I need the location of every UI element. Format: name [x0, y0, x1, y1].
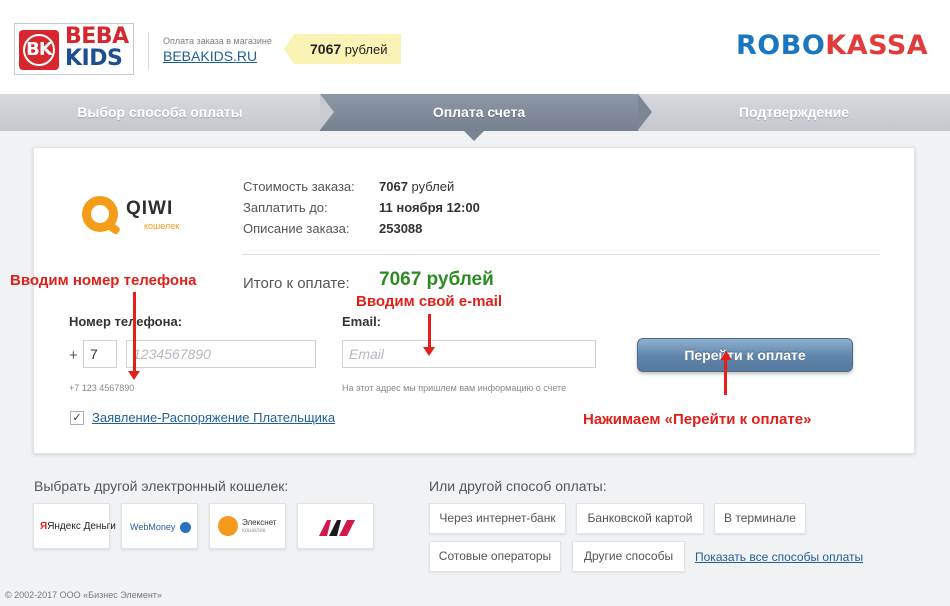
agreement-link[interactable]: Заявление-Распоряжение Плательщика: [92, 410, 335, 425]
mts-money-icon: [319, 520, 355, 536]
qiwi-logo-sub: кошелек: [144, 221, 180, 231]
wallet-yandex-money[interactable]: ЯЯндекс Деньги: [33, 503, 116, 549]
step-confirmation: Подтверждение: [738, 104, 850, 120]
qiwi-logo: QIWI кошелек: [82, 196, 202, 240]
other-wallets-title: Выбрать другой электронный кошелек:: [34, 478, 289, 494]
annotation-email: Вводим свой e-mail: [356, 293, 503, 310]
wallet-webmoney[interactable]: WebMoney: [121, 503, 198, 549]
phone-label: Номер телефона:: [69, 314, 183, 329]
shop-logo-top: BEBA: [65, 24, 129, 49]
method-mobile-operators-button[interactable]: Сотовые операторы: [429, 541, 561, 572]
phone-hint: +7 123 4567890: [69, 383, 135, 393]
qiwi-logo-tail: [104, 220, 122, 236]
order-description-value: 253088: [379, 221, 423, 236]
shop-logo[interactable]: BK BEBA KIDS: [14, 23, 134, 75]
annotation-phone-arrow-icon: [128, 292, 140, 380]
card-divider: [242, 254, 880, 255]
order-description-label: Описание заказа:: [243, 221, 350, 236]
step-select-method: Выбор способа оплаты: [77, 104, 243, 120]
annotation-button: Нажимаем «Перейти к оплате»: [583, 411, 812, 428]
wallet-eleksnet[interactable]: Элекснет кошелек: [209, 503, 286, 549]
agreement-checkbox[interactable]: ✓: [70, 411, 84, 425]
brand-robo: ROBO: [736, 30, 826, 61]
header: BK BEBA KIDS Оплата заказа в магазине BE…: [0, 0, 950, 94]
footer-copyright: © 2002-2017 ООО «Бизнес Элемент»: [5, 590, 162, 600]
show-all-methods-link[interactable]: Показать все способы оплаты: [695, 550, 863, 564]
qiwi-logo-word: QIWI: [126, 198, 174, 219]
step-separator-icon: [320, 94, 334, 130]
other-methods-title: Или другой способ оплаты:: [429, 478, 607, 494]
webmoney-icon: WebMoney: [130, 522, 191, 534]
order-cost-label: Стоимость заказа:: [243, 179, 355, 194]
price-currency: рублей: [344, 42, 388, 57]
eleksnet-icon: [218, 516, 238, 536]
yandex-money-icon: ЯЯндекс Деньги: [40, 521, 116, 532]
phone-input[interactable]: [126, 340, 316, 368]
robokassa-logo: ROBOKASSA: [736, 30, 928, 61]
annotation-button-arrow-icon: [724, 357, 727, 395]
method-terminal-button[interactable]: В терминале: [714, 503, 806, 534]
pay-until-label: Заплатить до:: [243, 200, 328, 215]
shop-logo-text: BEBA KIDS: [65, 26, 133, 70]
annotation-phone: Вводим номер телефона: [10, 272, 197, 289]
order-cost-value: 7067 рублей: [379, 179, 454, 194]
header-divider: [148, 32, 149, 70]
price-amount: 7067: [310, 41, 342, 57]
method-internet-bank-button[interactable]: Через интернет-банк: [429, 503, 566, 534]
email-hint: На этот адрес мы пришлем вам информацию …: [342, 383, 567, 393]
wallet-mts-money[interactable]: [297, 503, 374, 549]
order-cost-amount: 7067: [379, 179, 408, 194]
phone-plus-sign: +: [69, 347, 78, 364]
steps-bar: Выбор способа оплаты Оплата счета Подтве…: [0, 94, 950, 131]
wallet-label: Элекснет: [242, 518, 277, 527]
wallet-label: Яндекс Деньги: [47, 521, 116, 532]
step-separator-icon: [638, 94, 652, 130]
email-input[interactable]: [342, 340, 596, 368]
step-pay-invoice: Оплата счета: [320, 94, 638, 131]
total-value: 7067 рублей: [379, 269, 494, 290]
method-other-button[interactable]: Другие способы: [572, 541, 685, 572]
shop-logo-mark-icon: BK: [19, 30, 59, 70]
email-label: Email:: [342, 314, 382, 329]
price-tag: 7067 рублей: [283, 34, 402, 64]
pay-until-value: 11 ноября 12:00: [379, 200, 480, 215]
wallet-label: WebMoney: [130, 522, 176, 532]
pay-button[interactable]: Перейти к оплате: [637, 338, 853, 372]
active-step-pointer-icon: [464, 131, 484, 141]
annotation-email-arrow-icon: [423, 314, 435, 356]
brand-kassa: KASSA: [825, 30, 929, 61]
country-code-input[interactable]: [83, 340, 117, 368]
method-bank-card-button[interactable]: Банковской картой: [576, 503, 704, 534]
order-cost-currency: рублей: [411, 179, 455, 194]
shop-link[interactable]: BEBAKIDS.RU: [163, 48, 257, 64]
shop-caption: Оплата заказа в магазине: [163, 36, 272, 46]
wallet-sublabel: кошелек: [242, 528, 266, 534]
shop-logo-bottom: KIDS: [65, 46, 123, 71]
total-label: Итого к оплате:: [243, 275, 350, 292]
